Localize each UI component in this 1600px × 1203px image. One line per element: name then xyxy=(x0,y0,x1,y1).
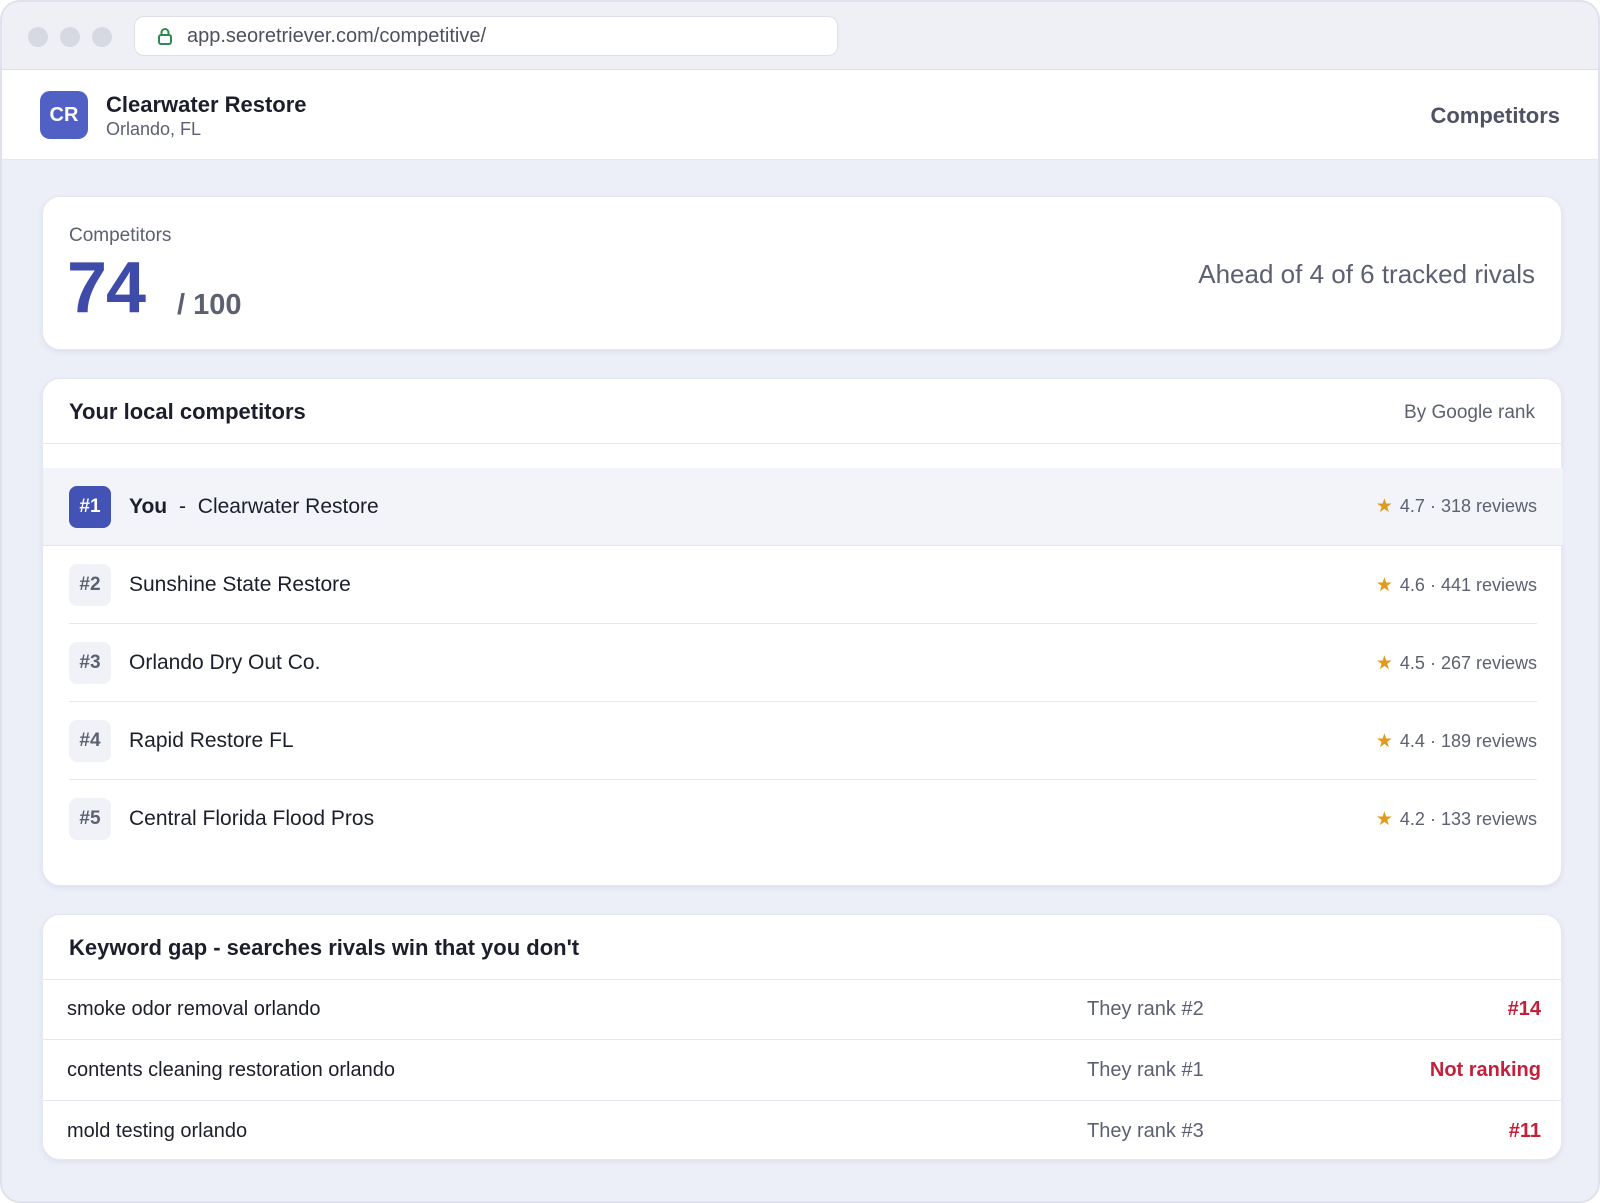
browser-window: app.seoretriever.com/competitive/ CR Cle… xyxy=(0,0,1600,1203)
window-close-dot[interactable] xyxy=(28,27,48,47)
you-label: You xyxy=(129,494,168,518)
star-icon: ★ xyxy=(1375,496,1393,517)
competitor-name: You - Clearwater Restore xyxy=(129,495,379,519)
competitor-row[interactable]: #3 Orlando Dry Out Co. ★ 4.5 · 267 revie… xyxy=(43,624,1563,702)
score-value: 74 xyxy=(67,248,146,328)
competitor-name-text: Clearwater Restore xyxy=(197,494,379,518)
rating-text: 4.6 · 441 reviews xyxy=(1399,574,1537,595)
score-card: Competitors 74 / 100 Ahead of 4 of 6 tra… xyxy=(42,196,1562,350)
competitor-rating: ★ 4.4 · 189 reviews xyxy=(1376,730,1537,753)
competitor-rating: ★ 4.5 · 267 reviews xyxy=(1376,652,1537,675)
rank-badge: #2 xyxy=(69,564,111,606)
rank-badge: #5 xyxy=(69,798,111,840)
star-icon: ★ xyxy=(1375,652,1393,674)
rival-rank: They rank #2 xyxy=(1087,997,1204,1020)
rank-badge: #1 xyxy=(69,485,111,528)
keyword-row[interactable]: smoke odor removal orlando They rank #2 … xyxy=(43,979,1563,1040)
competitor-name: Orlando Dry Out Co. xyxy=(129,651,321,674)
competitor-row-you[interactable]: #1 You - Clearwater Restore ★ 4.7 · 318 … xyxy=(43,468,1563,546)
rival-rank: They rank #3 xyxy=(1087,1120,1204,1142)
keyword-row[interactable]: mold testing orlando They rank #3 #11 xyxy=(43,1101,1563,1162)
rating-text: 4.2 · 133 reviews xyxy=(1399,808,1537,829)
window-maximize-dot[interactable] xyxy=(92,27,112,47)
competitor-row[interactable]: #2 Sunshine State Restore ★ 4.6 · 441 re… xyxy=(43,546,1563,624)
rival-rank: They rank #1 xyxy=(1087,1058,1204,1081)
your-rank: #14 xyxy=(1507,997,1541,1020)
star-icon: ★ xyxy=(1375,574,1393,596)
url-text: app.seoretriever.com/competitive/ xyxy=(187,24,487,47)
star-icon: ★ xyxy=(1375,808,1393,830)
lock-icon xyxy=(158,28,172,45)
keyword-row[interactable]: contents cleaning restoration orlando Th… xyxy=(43,1040,1563,1101)
rank-badge: #3 xyxy=(69,642,111,684)
keyword-term: smoke odor removal orlando xyxy=(67,997,321,1020)
rating-text: 4.7 · 318 reviews xyxy=(1399,496,1537,516)
rating-text: 4.4 · 189 reviews xyxy=(1399,730,1537,751)
browser-chrome: app.seoretriever.com/competitive/ xyxy=(2,2,1598,70)
rank-badge: #4 xyxy=(69,720,111,762)
your-rank: Not ranking xyxy=(1429,1058,1541,1081)
app-header: CR Clearwater Restore Orlando, FL Compet… xyxy=(2,70,1598,160)
score-label: Competitors xyxy=(69,225,172,246)
competitors-title: Your local competitors xyxy=(69,399,306,424)
competitor-name: Rapid Restore FL xyxy=(129,729,294,752)
address-bar[interactable]: app.seoretriever.com/competitive/ xyxy=(134,16,838,56)
competitor-rating: ★ 4.7 · 318 reviews xyxy=(1376,495,1537,518)
business-name: Clearwater Restore xyxy=(106,92,307,117)
you-separator: - xyxy=(178,494,186,518)
competitor-name: Sunshine State Restore xyxy=(129,573,351,596)
window-minimize-dot[interactable] xyxy=(60,27,80,47)
competitors-card: Your local competitors By Google rank #1… xyxy=(42,378,1563,886)
keyword-gap-title: Keyword gap - searches rivals win that y… xyxy=(69,935,580,960)
competitor-row[interactable]: #4 Rapid Restore FL ★ 4.4 · 189 reviews xyxy=(43,702,1563,780)
competitor-row[interactable]: #5 Central Florida Flood Pros ★ 4.2 · 13… xyxy=(43,780,1563,858)
rating-text: 4.5 · 267 reviews xyxy=(1399,652,1537,673)
sort-label[interactable]: By Google rank xyxy=(1404,402,1535,424)
keyword-term: contents cleaning restoration orlando xyxy=(67,1058,395,1081)
your-rank: #11 xyxy=(1508,1120,1541,1142)
nav-competitors[interactable]: Competitors xyxy=(1430,103,1560,129)
competitor-rating: ★ 4.2 · 133 reviews xyxy=(1376,808,1537,831)
keyword-gap-card: Keyword gap - searches rivals win that y… xyxy=(42,914,1563,1162)
business-location: Orlando, FL xyxy=(106,119,202,139)
score-max: / 100 xyxy=(177,289,242,321)
business-logo: CR xyxy=(40,91,88,139)
divider xyxy=(43,443,1561,444)
competitor-rating: ★ 4.6 · 441 reviews xyxy=(1376,574,1537,597)
star-icon: ★ xyxy=(1375,730,1393,752)
competitor-name: Central Florida Flood Pros xyxy=(129,807,375,830)
keyword-term: mold testing orlando xyxy=(67,1120,248,1142)
score-summary: Ahead of 4 of 6 tracked rivals xyxy=(1198,259,1535,289)
